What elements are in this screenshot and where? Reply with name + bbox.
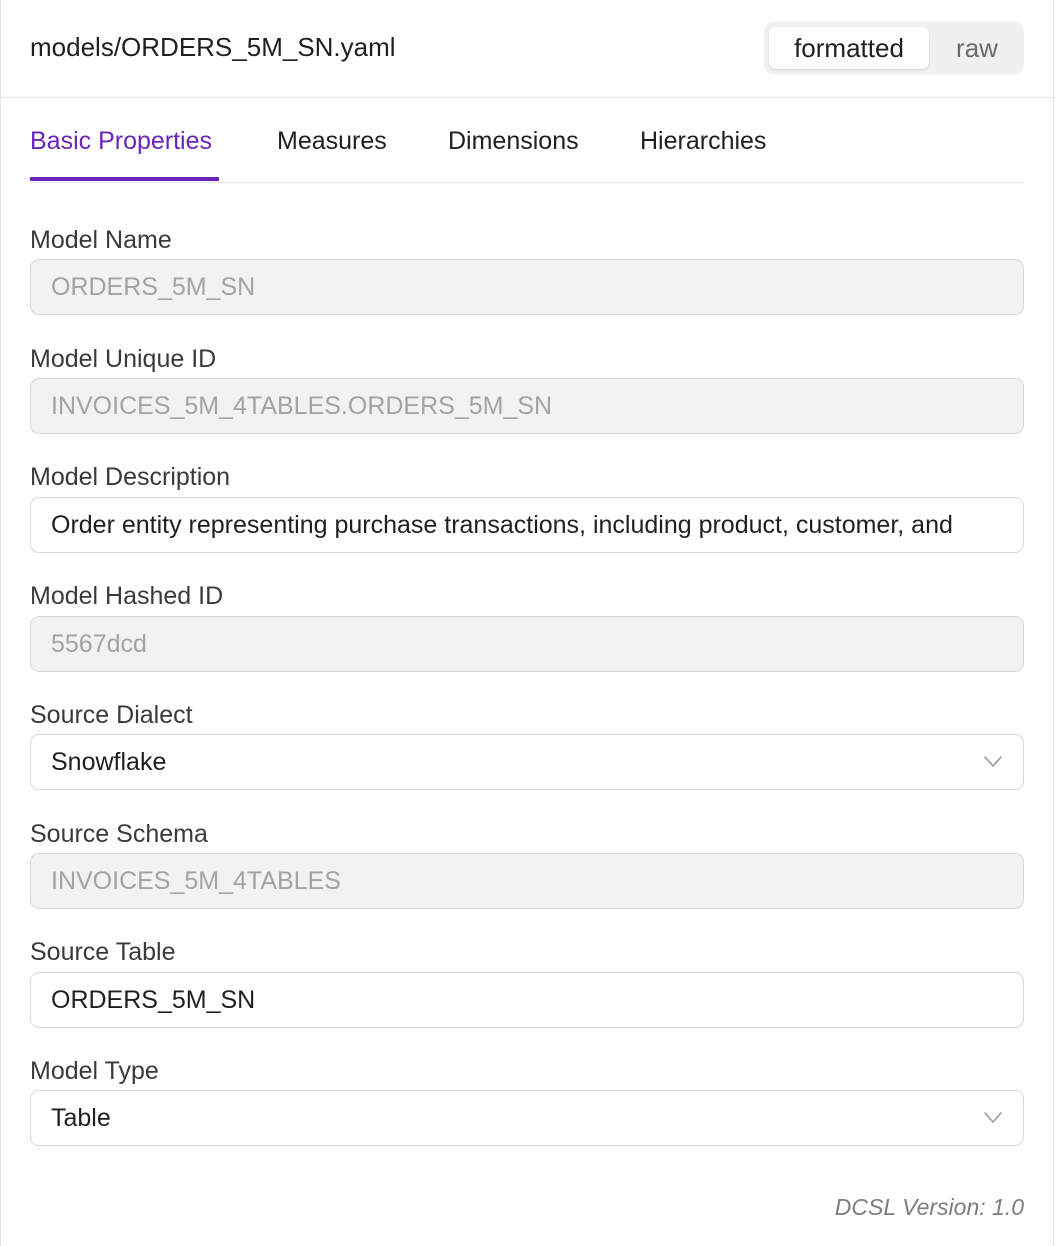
tab-basic-properties[interactable]: Basic Properties <box>30 125 212 157</box>
model-type-select[interactable]: Table <box>30 1090 1024 1146</box>
source-dialect-value: Snowflake <box>51 748 167 776</box>
model-unique-id-field: INVOICES_5M_4TABLES.ORDERS_5M_SN <box>30 378 1024 434</box>
chevron-down-icon <box>984 756 1002 767</box>
model-description-input[interactable]: Order entity representing purchase trans… <box>30 497 1024 553</box>
model-hashed-id-field: 5567dcd <box>30 616 1024 672</box>
header: models/ORDERS_5M_SN.yaml formatted raw <box>0 0 1056 98</box>
source-table-input[interactable]: ORDERS_5M_SN <box>30 972 1024 1028</box>
model-type-value: Table <box>51 1104 111 1132</box>
formatted-toggle-button[interactable]: formatted <box>769 27 929 69</box>
chevron-down-icon <box>984 1112 1002 1123</box>
model-name-value: ORDERS_5M_SN <box>51 273 256 301</box>
active-tab-indicator <box>30 177 219 181</box>
source-dialect-label: Source Dialect <box>30 701 193 729</box>
source-dialect-select[interactable]: Snowflake <box>30 734 1024 790</box>
model-description-label: Model Description <box>30 463 231 491</box>
view-toggle: formatted raw <box>764 22 1024 74</box>
model-type-label: Model Type <box>30 1057 159 1085</box>
tab-bar: Basic Properties Measures Dimensions Hie… <box>30 99 1024 183</box>
model-hashed-id-value: 5567dcd <box>51 630 147 658</box>
model-name-field: ORDERS_5M_SN <box>30 259 1024 315</box>
model-description-value: Order entity representing purchase trans… <box>51 511 953 539</box>
model-unique-id-value: INVOICES_5M_4TABLES.ORDERS_5M_SN <box>51 392 553 420</box>
raw-toggle-button[interactable]: raw <box>934 27 1020 69</box>
source-table-value: ORDERS_5M_SN <box>51 986 256 1014</box>
tab-dimensions[interactable]: Dimensions <box>448 125 579 157</box>
source-schema-label: Source Schema <box>30 820 208 848</box>
source-schema-field: INVOICES_5M_4TABLES <box>30 853 1024 909</box>
source-schema-value: INVOICES_5M_4TABLES <box>51 867 341 895</box>
model-hashed-id-label: Model Hashed ID <box>30 582 224 610</box>
model-unique-id-label: Model Unique ID <box>30 345 217 373</box>
dcsl-version-label: DCSL Version: 1.0 <box>834 1194 1024 1220</box>
tab-hierarchies[interactable]: Hierarchies <box>640 125 766 157</box>
file-path-title: models/ORDERS_5M_SN.yaml <box>30 32 396 62</box>
source-table-label: Source Table <box>30 938 176 966</box>
model-name-label: Model Name <box>30 226 172 254</box>
tab-measures[interactable]: Measures <box>277 125 387 157</box>
